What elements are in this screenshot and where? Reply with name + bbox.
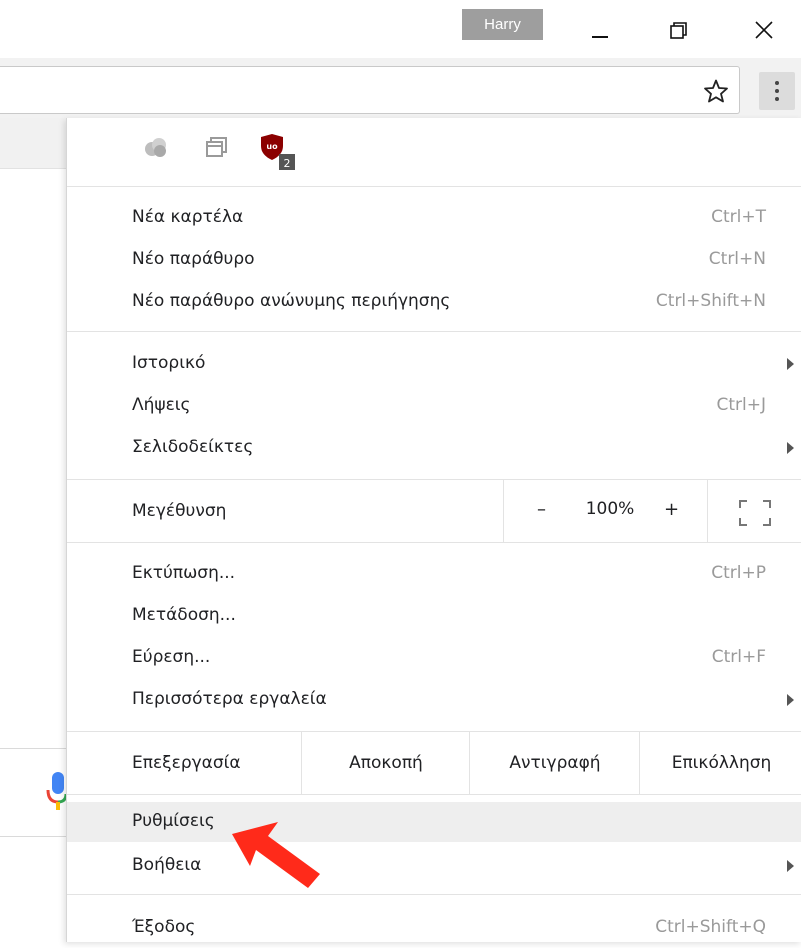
browser-toolbar bbox=[0, 58, 801, 118]
menu-separator bbox=[67, 794, 801, 795]
edit-row: Επεξεργασία Αποκοπή Αντιγραφή Επικόλληση bbox=[67, 732, 801, 794]
menu-item-settings[interactable]: Ρυθμίσεις bbox=[67, 802, 801, 842]
menu-item-shortcut: Ctrl+T bbox=[711, 207, 766, 227]
menu-item-new-incognito-window[interactable]: Νέο παράθυρο ανώνυμης περιήγησης Ctrl+Sh… bbox=[67, 282, 801, 322]
submenu-arrow-icon bbox=[787, 694, 794, 706]
menu-item-cast[interactable]: Μετάδοση... bbox=[67, 596, 801, 636]
address-bar[interactable] bbox=[0, 66, 740, 114]
bookmark-star-icon[interactable] bbox=[703, 78, 729, 104]
menu-item-downloads[interactable]: Λήψεις Ctrl+J bbox=[67, 386, 801, 426]
zoom-out-button[interactable]: – bbox=[537, 499, 546, 520]
zoom-in-button[interactable]: + bbox=[664, 499, 679, 520]
paste-label: Επικόλληση bbox=[671, 753, 772, 773]
red-arrow-annotation-icon bbox=[232, 822, 320, 888]
cut-label: Αποκοπή bbox=[349, 753, 423, 773]
copy-button[interactable]: Αντιγραφή bbox=[469, 732, 640, 794]
fullscreen-icon[interactable] bbox=[739, 500, 771, 526]
submenu-arrow-icon bbox=[787, 860, 794, 872]
close-button[interactable] bbox=[745, 14, 785, 50]
menu-item-print[interactable]: Εκτύπωση... Ctrl+P bbox=[67, 554, 801, 594]
profile-button[interactable]: Harry bbox=[462, 9, 543, 40]
page-divider bbox=[0, 748, 66, 749]
google-mic-icon[interactable] bbox=[44, 770, 66, 814]
menu-item-history[interactable]: Ιστορικό bbox=[67, 344, 801, 384]
menu-item-exit[interactable]: Έξοδος Ctrl+Shift+Q bbox=[67, 908, 801, 948]
page-tab-strip bbox=[0, 118, 66, 169]
svg-text:uo: uo bbox=[266, 142, 278, 151]
submenu-arrow-icon bbox=[787, 442, 794, 454]
menu-item-label: Νέα καρτέλα bbox=[132, 207, 244, 227]
menu-item-shortcut: Ctrl+Shift+N bbox=[655, 291, 766, 311]
menu-item-label: Περισσότερα εργαλεία bbox=[132, 689, 327, 709]
restore-button[interactable] bbox=[660, 14, 700, 50]
minimize-button[interactable] bbox=[580, 14, 620, 50]
chrome-main-menu: uo 2 Νέα καρτέλα Ctrl+T Νέο παράθυρο Ctr… bbox=[66, 118, 801, 942]
menu-dot-icon bbox=[775, 97, 779, 101]
zoom-label: Μεγέθυνση bbox=[132, 501, 227, 521]
ublock-origin-icon[interactable]: uo 2 bbox=[261, 132, 301, 172]
menu-item-label: Λήψεις bbox=[132, 395, 191, 415]
menu-item-find[interactable]: Εύρεση... Ctrl+F bbox=[67, 638, 801, 678]
menu-dot-icon bbox=[775, 89, 779, 93]
copy-label: Αντιγραφή bbox=[509, 753, 601, 773]
submenu-arrow-icon bbox=[787, 358, 794, 370]
edit-label: Επεξεργασία bbox=[132, 753, 241, 773]
menu-item-new-window[interactable]: Νέο παράθυρο Ctrl+N bbox=[67, 240, 801, 280]
menu-item-bookmarks[interactable]: Σελιδοδείκτες bbox=[67, 428, 801, 468]
cloud-extension-icon[interactable] bbox=[141, 132, 171, 162]
menu-item-label: Νέο παράθυρο bbox=[132, 249, 255, 269]
chrome-menu-button[interactable] bbox=[759, 72, 795, 110]
menu-separator bbox=[67, 542, 801, 543]
minimize-icon bbox=[592, 36, 608, 38]
page-divider bbox=[0, 836, 66, 837]
menu-item-label: Εκτύπωση... bbox=[132, 563, 236, 583]
menu-item-label: Βοήθεια bbox=[132, 855, 202, 875]
menu-item-new-tab[interactable]: Νέα καρτέλα Ctrl+T bbox=[67, 198, 801, 238]
menu-item-more-tools[interactable]: Περισσότερα εργαλεία bbox=[67, 680, 801, 720]
menu-item-label: Έξοδος bbox=[132, 917, 196, 937]
menu-item-shortcut: Ctrl+J bbox=[716, 395, 766, 415]
restore-icon bbox=[670, 22, 687, 39]
extensions-row: uo 2 bbox=[67, 118, 801, 186]
menu-item-shortcut: Ctrl+Shift+Q bbox=[655, 917, 766, 937]
menu-item-shortcut: Ctrl+N bbox=[708, 249, 766, 269]
menu-item-help[interactable]: Βοήθεια bbox=[67, 846, 801, 886]
menu-item-label: Ρυθμίσεις bbox=[132, 811, 215, 831]
menu-item-shortcut: Ctrl+F bbox=[711, 647, 766, 667]
menu-item-label: Νέο παράθυρο ανώνυμης περιήγησης bbox=[132, 291, 451, 311]
cut-button[interactable]: Αποκοπή bbox=[301, 732, 470, 794]
tabs-extension-icon[interactable] bbox=[203, 132, 233, 162]
ublock-badge: 2 bbox=[284, 157, 291, 170]
menu-separator bbox=[67, 894, 801, 895]
menu-separator bbox=[67, 331, 801, 332]
menu-item-shortcut: Ctrl+P bbox=[711, 563, 766, 583]
zoom-row: Μεγέθυνση – 100% + bbox=[67, 480, 801, 542]
menu-item-label: Εύρεση... bbox=[132, 647, 211, 667]
title-bar: Harry bbox=[0, 0, 801, 58]
zoom-level: 100% bbox=[585, 499, 635, 519]
menu-item-label: Σελιδοδείκτες bbox=[132, 437, 254, 457]
menu-dot-icon bbox=[775, 81, 779, 85]
close-icon bbox=[755, 21, 773, 39]
paste-button[interactable]: Επικόλληση bbox=[639, 732, 801, 794]
menu-separator bbox=[67, 186, 801, 187]
menu-item-label: Ιστορικό bbox=[132, 353, 206, 373]
menu-item-label: Μετάδοση... bbox=[132, 605, 236, 625]
